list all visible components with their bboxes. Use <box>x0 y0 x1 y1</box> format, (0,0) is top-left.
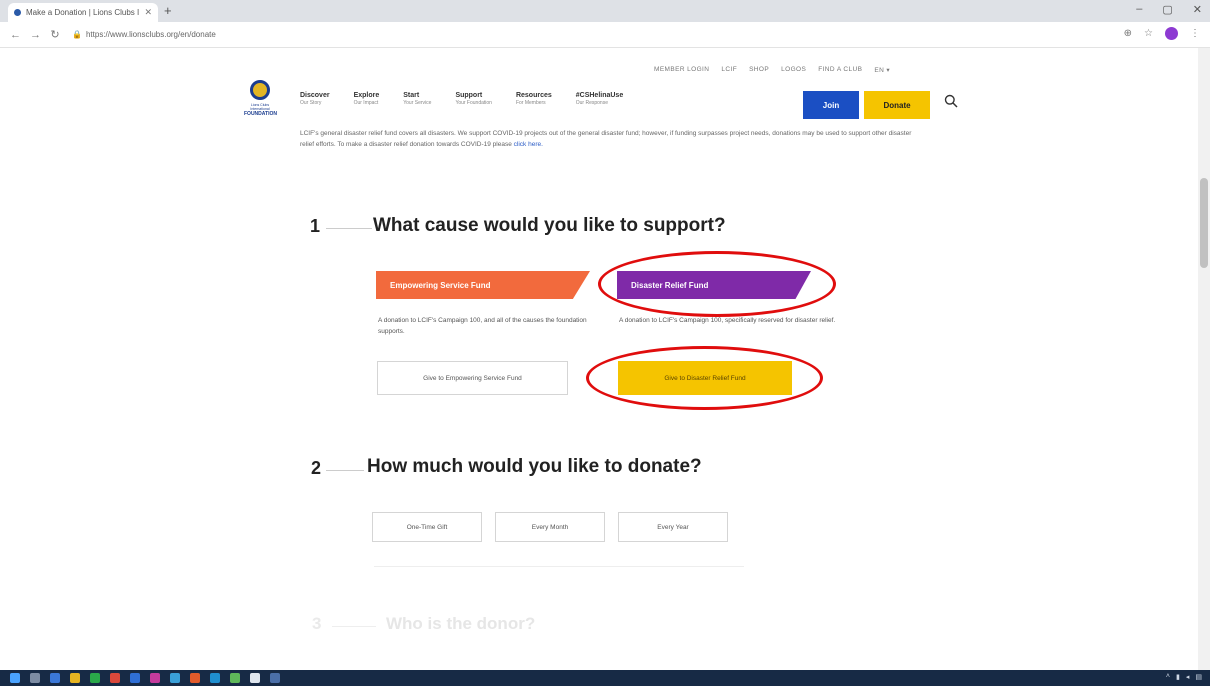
empowering-fund-description: A donation to LCIF's Campaign 100, and a… <box>378 317 587 335</box>
intro-paragraph: LCIF's general disaster relief fund cove… <box>300 128 920 150</box>
new-tab-button[interactable]: + <box>164 3 172 18</box>
os-taskbar: ˄ ▮ ◂ ▤ <box>0 670 1210 686</box>
nav-subtitle: Your Service <box>403 100 432 106</box>
language-selector[interactable]: EN ▾ <box>874 66 890 74</box>
taskbar-app-icon[interactable] <box>230 673 240 683</box>
give-empowering-fund-button[interactable]: Give to Empowering Service Fund <box>377 361 568 395</box>
taskbar-app-icon[interactable] <box>150 673 160 683</box>
zoom-icon[interactable]: ⊕ <box>1124 28 1132 39</box>
section-divider <box>374 566 744 567</box>
nav-title: Resources <box>515 92 552 99</box>
reload-icon[interactable]: ↻ <box>50 28 60 41</box>
step-3-title: Who is the donor? <box>386 614 536 633</box>
back-icon[interactable]: ← <box>10 29 21 41</box>
favicon-icon <box>14 9 21 16</box>
profile-avatar[interactable] <box>1165 27 1178 40</box>
nav-support[interactable]: Support Your Foundation <box>455 92 492 106</box>
nav-title: Explore <box>353 92 380 99</box>
step-2-divider <box>326 470 364 471</box>
search-icon[interactable] <box>944 94 958 108</box>
logo-big-text: FOUNDATION <box>244 111 277 117</box>
step-1-divider <box>326 228 372 229</box>
maximize-icon[interactable]: ▢ <box>1162 3 1172 16</box>
empowering-service-fund-banner[interactable]: Empowering Service Fund <box>376 271 590 299</box>
tray-chevron-icon[interactable]: ˄ <box>1166 673 1170 681</box>
taskbar-app-icon[interactable] <box>170 673 180 683</box>
taskbar-app-icon[interactable] <box>190 673 200 683</box>
close-window-icon[interactable]: ✕ <box>1193 3 1202 16</box>
file-explorer-icon[interactable] <box>70 673 80 683</box>
lcif-logo[interactable]: Lions Clubs International FOUNDATION <box>244 80 277 117</box>
task-view-icon[interactable] <box>50 673 60 683</box>
every-year-button[interactable]: Every Year <box>618 512 728 542</box>
one-time-gift-button[interactable]: One-Time Gift <box>372 512 482 542</box>
join-button[interactable]: Join <box>803 91 859 119</box>
start-menu-icon[interactable] <box>10 673 20 683</box>
tab-title: Make a Donation | Lions Clubs I... <box>26 8 141 17</box>
taskbar-app-icon[interactable] <box>90 673 100 683</box>
browser-tab-bar: Make a Donation | Lions Clubs I... ✕ + –… <box>0 0 1210 22</box>
nav-discover[interactable]: Discover Our Story <box>300 92 330 106</box>
scrollbar-thumb[interactable] <box>1200 178 1208 268</box>
url-field[interactable]: 🔒 https://www.lionsclubs.org/en/donate <box>72 30 216 39</box>
system-tray: ˄ ▮ ◂ ▤ <box>1166 673 1202 681</box>
taskbar-search-icon[interactable] <box>30 673 40 683</box>
nav-start[interactable]: Start Your Service <box>403 92 431 106</box>
step-2-number: 2 <box>311 458 322 478</box>
nav-title: Support <box>455 92 483 99</box>
donate-button[interactable]: Donate <box>864 91 930 119</box>
utility-logos[interactable]: LOGOS <box>781 66 806 74</box>
close-tab-icon[interactable]: ✕ <box>144 7 152 18</box>
lock-icon: 🔒 <box>72 30 82 39</box>
utility-find-a-club[interactable]: FIND A CLUB <box>818 66 862 74</box>
nav-campaign[interactable]: #CSHelinaUse Our Response <box>576 92 623 106</box>
taskbar-app-icon[interactable] <box>110 673 120 683</box>
every-month-button[interactable]: Every Month <box>495 512 605 542</box>
chrome-taskbar-icon[interactable] <box>250 673 260 683</box>
forward-icon[interactable]: → <box>30 29 41 41</box>
volume-icon[interactable]: ◂ <box>1186 673 1190 681</box>
covid-click-here-link[interactable]: click here. <box>514 141 543 148</box>
minimize-icon[interactable]: – <box>1136 3 1142 16</box>
nav-explore[interactable]: Explore Our Impact <box>354 92 380 106</box>
utility-shop[interactable]: SHOP <box>749 66 769 74</box>
utility-member-login[interactable]: MEMBER LOGIN <box>654 66 709 74</box>
nav-subtitle: Our Story <box>300 100 322 106</box>
fund-name: Empowering Service Fund <box>390 280 491 290</box>
browser-tab[interactable]: Make a Donation | Lions Clubs I... ✕ <box>8 3 158 22</box>
nav-subtitle: Our Impact <box>353 100 379 106</box>
page-scrollbar[interactable] <box>1198 48 1210 670</box>
taskbar-app-icon[interactable] <box>270 673 280 683</box>
address-bar: ← → ↻ 🔒 https://www.lionsclubs.org/en/don… <box>0 22 1210 48</box>
url-text: https://www.lionsclubs.org/en/donate <box>85 30 216 39</box>
nav-subtitle: For Members <box>515 100 546 106</box>
nav-title: Start <box>403 92 420 99</box>
bookmark-star-icon[interactable]: ☆ <box>1144 28 1153 39</box>
menu-kebab-icon[interactable]: ⋮ <box>1190 28 1200 39</box>
utility-lcif[interactable]: LCIF <box>721 66 737 74</box>
lions-seal-icon <box>250 80 270 100</box>
taskbar-app-icon[interactable] <box>210 673 220 683</box>
logo-small-text: Lions Clubs International <box>250 103 270 111</box>
nav-title: #CSHelinaUse <box>575 92 624 99</box>
step-1-title: What cause would you like to support? <box>373 215 726 236</box>
step-2-title: How much would you like to donate? <box>367 456 702 477</box>
step-3-divider <box>332 626 376 627</box>
step-3-number: 3 <box>312 614 322 633</box>
nav-subtitle: Our Response <box>575 100 608 106</box>
step-1-number: 1 <box>310 216 321 236</box>
taskbar-app-icon[interactable] <box>130 673 140 683</box>
network-icon[interactable]: ▮ <box>1176 673 1180 681</box>
notification-icon[interactable]: ▤ <box>1195 673 1202 681</box>
nav-resources[interactable]: Resources For Members <box>516 92 552 106</box>
nav-title: Discover <box>300 92 330 99</box>
nav-subtitle: Your Foundation <box>455 100 492 106</box>
annotation-oval-disaster-banner <box>598 251 836 317</box>
main-nav: Discover Our Story Explore Our Impact Star… <box>300 92 647 106</box>
utility-nav: MEMBER LOGIN LCIF SHOP LOGOS FIND A CLUB… <box>654 66 890 74</box>
intro-text: LCIF's general disaster relief fund cove… <box>300 130 912 148</box>
annotation-oval-disaster-button <box>586 346 823 410</box>
